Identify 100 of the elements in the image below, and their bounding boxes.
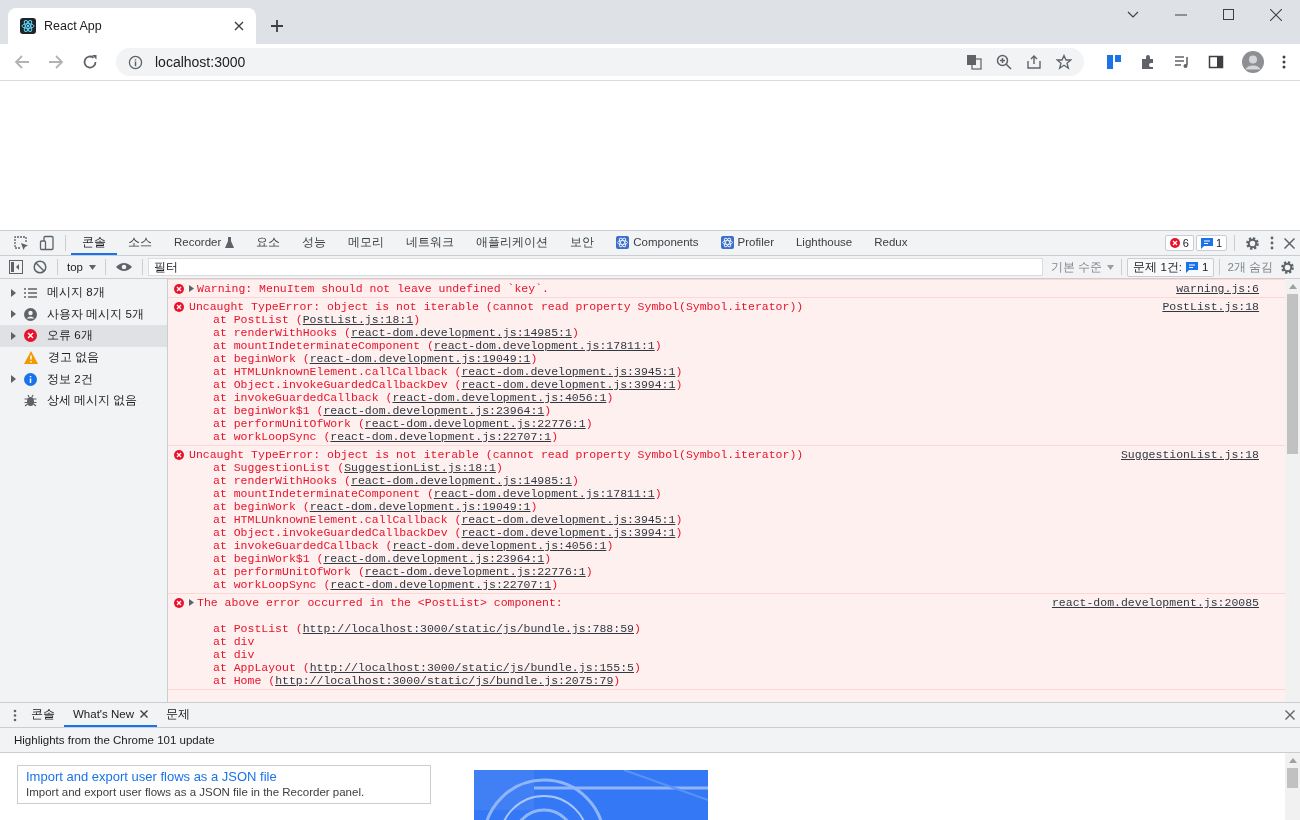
- panel-tab[interactable]: Components: [605, 231, 710, 255]
- sidebar-item[interactable]: 정보 2건: [0, 368, 167, 390]
- source-link[interactable]: react-dom.development.js:22707:1: [330, 430, 552, 443]
- inspect-icon[interactable]: [13, 235, 29, 251]
- source-link[interactable]: react-dom.development.js:19049:1: [309, 500, 531, 513]
- source-link[interactable]: warning.js:6: [1176, 282, 1259, 295]
- source-link[interactable]: PostList.js:18: [1162, 300, 1259, 313]
- expand-arrow-icon[interactable]: [11, 332, 16, 340]
- close-icon[interactable]: [1285, 710, 1295, 720]
- maximize-icon[interactable]: [1223, 9, 1234, 20]
- extension-icon[interactable]: [1106, 54, 1122, 70]
- panel-tab[interactable]: 네트워크: [395, 231, 466, 255]
- error-count-badge[interactable]: 6: [1164, 235, 1194, 251]
- reload-icon[interactable]: [82, 54, 98, 70]
- share-icon[interactable]: [1026, 54, 1042, 70]
- scroll-thumb[interactable]: [1287, 768, 1298, 788]
- expand-arrow-icon[interactable]: [11, 310, 16, 319]
- filter-field[interactable]: 필터: [148, 258, 1043, 276]
- drawer-tab[interactable]: 콘솔: [22, 703, 64, 727]
- source-link[interactable]: react-dom.development.js:20085: [1051, 596, 1259, 609]
- source-link[interactable]: react-dom.development.js:22707:1: [330, 578, 552, 591]
- panel-tab[interactable]: Lighthouse: [784, 231, 864, 255]
- sidebar-item[interactable]: 경고 없음: [0, 346, 167, 369]
- context-dropdown[interactable]: top: [63, 261, 100, 273]
- source-link[interactable]: react-dom.development.js:17811:1: [433, 339, 655, 352]
- avatar-icon[interactable]: [1242, 51, 1264, 73]
- eye-icon[interactable]: [116, 262, 132, 272]
- source-link[interactable]: react-dom.development.js:22776:1: [364, 417, 586, 430]
- source-link[interactable]: react-dom.development.js:3994:1: [461, 526, 676, 539]
- sidebar-item[interactable]: 메시지 8개: [0, 282, 167, 304]
- panel-tab[interactable]: Redux: [863, 231, 919, 255]
- address-bar[interactable]: localhost:3000: [116, 48, 1084, 76]
- panel-tab[interactable]: 성능: [291, 231, 338, 255]
- error-icon: [24, 329, 37, 343]
- browser-tab[interactable]: React App: [8, 8, 256, 44]
- sidebar-item[interactable]: 사용자 메시지 5개: [0, 303, 167, 326]
- source-link[interactable]: http://localhost:3000/static/js/bundle.js:2075:79: [275, 674, 614, 687]
- drawer-tab[interactable]: 문제: [157, 703, 199, 727]
- star-icon[interactable]: [1056, 54, 1072, 70]
- stack-frame: at div: [174, 648, 1259, 661]
- sidebar-toggle-icon[interactable]: [9, 260, 23, 274]
- zoom-icon[interactable]: [996, 54, 1012, 70]
- menu-icon[interactable]: [1282, 55, 1286, 69]
- more-icon[interactable]: [13, 708, 17, 722]
- source-link[interactable]: react-dom.development.js:23964:1: [323, 552, 545, 565]
- puzzle-icon[interactable]: [1140, 54, 1156, 70]
- close-icon[interactable]: [140, 710, 148, 718]
- settings-icon[interactable]: [1280, 259, 1295, 275]
- panel-tab[interactable]: Recorder: [163, 231, 246, 255]
- source-link[interactable]: http://localhost:3000/static/js/bundle.js:788:59: [302, 622, 634, 635]
- device-icon[interactable]: [39, 235, 55, 251]
- translate-icon[interactable]: [966, 54, 982, 70]
- scroll-thumb[interactable]: [1287, 294, 1298, 454]
- expand-arrow-icon[interactable]: [11, 375, 16, 384]
- source-link[interactable]: SuggestionList.js:18: [1120, 448, 1259, 461]
- source-link[interactable]: http://localhost:3000/static/js/bundle.js:155:5: [309, 661, 634, 674]
- media-icon[interactable]: [1174, 54, 1190, 70]
- source-link[interactable]: react-dom.development.js:19049:1: [309, 352, 531, 365]
- source-link[interactable]: react-dom.development.js:17811:1: [433, 487, 655, 500]
- close-icon[interactable]: [234, 21, 244, 31]
- close-icon[interactable]: [1270, 8, 1282, 21]
- panel-tab[interactable]: 애플리케이션: [465, 231, 560, 255]
- expand-arrow-icon[interactable]: [11, 288, 16, 297]
- panel-tab[interactable]: 메모리: [337, 231, 396, 255]
- source-link[interactable]: react-dom.development.js:23964:1: [323, 404, 545, 417]
- source-link[interactable]: react-dom.development.js:3945:1: [461, 365, 676, 378]
- expand-arrow-icon[interactable]: [189, 285, 194, 292]
- panel-tab[interactable]: 보안: [559, 231, 606, 255]
- panel-tab[interactable]: Profiler: [709, 231, 785, 255]
- source-link[interactable]: react-dom.development.js:4056:1: [392, 539, 607, 552]
- info-icon[interactable]: [128, 54, 143, 70]
- source-link[interactable]: react-dom.development.js:14985:1: [351, 474, 572, 487]
- source-link[interactable]: react-dom.development.js:22776:1: [364, 565, 586, 578]
- close-icon[interactable]: [1284, 237, 1295, 249]
- stack-frame: at HTMLUnknownElement.callCallback (react-dom.development.js:3945:1): [174, 513, 1259, 526]
- message-text: The above error occurred in the <PostList> component:: [197, 596, 563, 609]
- feature-card[interactable]: Import and export user flows as a JSON file Import and export user flows as a JSON file in the Recorder panel.: [17, 765, 431, 804]
- scrollbar[interactable]: [1285, 279, 1300, 702]
- source-link[interactable]: react-dom.development.js:3945:1: [461, 513, 676, 526]
- stack-frame: at beginWork$1 (react-dom.development.js:23964:1): [174, 404, 1259, 417]
- scrollbar[interactable]: [1285, 753, 1300, 820]
- issue-count-badge[interactable]: 1: [1195, 235, 1227, 251]
- clear-icon[interactable]: [33, 260, 47, 274]
- more-icon[interactable]: [1270, 236, 1274, 250]
- settings-icon[interactable]: [1245, 235, 1260, 251]
- source-link[interactable]: PostList.js:18:1: [302, 313, 414, 326]
- source-link[interactable]: SuggestionList.js:18:1: [344, 461, 496, 474]
- expand-arrow-icon[interactable]: [189, 599, 194, 606]
- source-link[interactable]: react-dom.development.js:14985:1: [351, 326, 572, 339]
- source-link[interactable]: react-dom.development.js:3994:1: [461, 378, 676, 391]
- sidebar-item[interactable]: 상세 메시지 없음: [0, 389, 167, 412]
- sidebar-item[interactable]: 오류 6개: [0, 325, 167, 347]
- chevron-down-icon[interactable]: [1127, 10, 1139, 19]
- side-panel-icon[interactable]: [1208, 54, 1224, 70]
- level-dropdown[interactable]: 기본 수준: [1049, 259, 1117, 275]
- source-link[interactable]: react-dom.development.js:4056:1: [392, 391, 607, 404]
- new-tab-icon[interactable]: [270, 19, 284, 33]
- issues-button[interactable]: 문제 1건: 1: [1127, 257, 1215, 277]
- panel-tab[interactable]: 요소: [245, 231, 292, 255]
- panel-tab[interactable]: 소스: [117, 231, 163, 255]
